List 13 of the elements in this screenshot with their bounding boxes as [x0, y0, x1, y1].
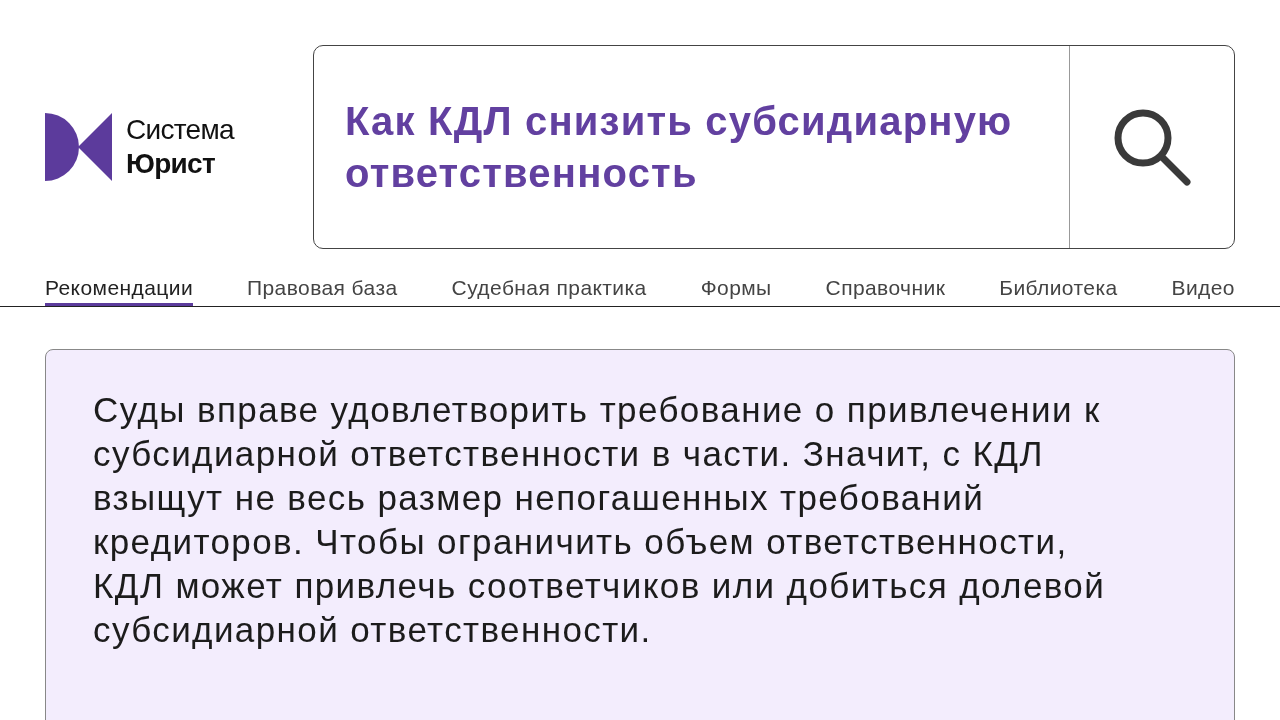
nav-tab[interactable]: Библиотека — [999, 275, 1118, 306]
nav-tab[interactable]: Рекомендации — [45, 275, 194, 306]
nav-tab[interactable]: Формы — [700, 275, 772, 306]
search-icon — [1113, 108, 1191, 186]
search-field[interactable]: Как КДЛ снизить субсидиарную ответственность — [314, 46, 1069, 248]
logo-text: Юрист — [126, 147, 216, 181]
logo-text: Система — [126, 113, 234, 147]
nav-tab[interactable]: Справочник — [825, 275, 946, 306]
nav-tab[interactable]: Судебная практика — [451, 275, 647, 306]
card-text: Суды вправе удовлетворить требование о привлечении к субсидиарной ответственности в части. Значит, с КДЛ взыщут не весь размер непогашенных требований кредиторов. Чтобы ограничить объем ответственности, КДЛ может привлечь соответчиков или добиться долевой субсидиарной ответственности. — [93, 389, 1107, 651]
logo-icon — [45, 113, 112, 181]
nav-tab[interactable]: Видео — [1171, 275, 1235, 306]
nav-tab[interactable]: Правовая база — [247, 275, 398, 306]
